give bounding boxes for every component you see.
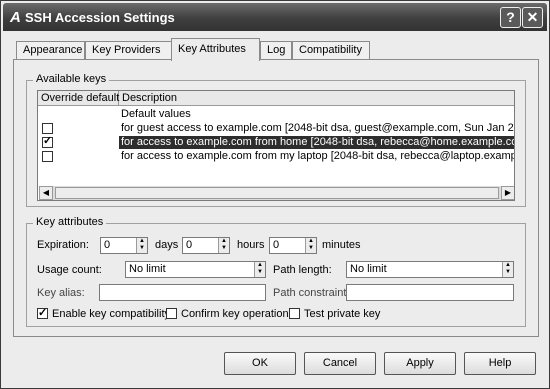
spin-arrows-icon[interactable]: ▲ ▼	[218, 238, 229, 253]
path-length-label: Path length:	[273, 264, 332, 276]
confirm-operations-checkbox[interactable]: Confirm key operations	[166, 308, 294, 320]
column-override-default[interactable]: Override default	[38, 91, 119, 106]
key-alias-label: Key alias:	[37, 287, 85, 299]
tab-log[interactable]: Log	[260, 41, 292, 60]
override-checkbox[interactable]	[42, 123, 53, 134]
hours-value: 0	[186, 239, 193, 251]
enable-compatibility-checkbox[interactable]: Enable key compatibility	[37, 306, 171, 320]
minutes-stepper[interactable]: 0 ▲ ▼	[269, 237, 317, 254]
usage-count-stepper[interactable]: No limit ▲ ▼	[125, 261, 266, 278]
spin-arrows-icon[interactable]: ▲ ▼	[254, 262, 265, 277]
cancel-button[interactable]: Cancel	[304, 352, 376, 375]
days-value: 0	[104, 239, 111, 251]
path-length-stepper[interactable]: No limit ▲ ▼	[346, 261, 514, 278]
tab-key-providers[interactable]: Key Providers	[85, 41, 173, 60]
path-length-value: No limit	[350, 263, 387, 275]
tab-compatibility[interactable]: Compatibility	[292, 41, 370, 60]
key-attributes-title: Key attributes	[33, 216, 107, 228]
app-logo-icon: A	[10, 9, 21, 26]
hours-stepper[interactable]: 0 ▲ ▼	[182, 237, 230, 254]
tab-key-attributes[interactable]: Key Attributes	[171, 38, 260, 61]
spin-arrows-icon[interactable]: ▲ ▼	[136, 238, 147, 253]
confirm-operations-label: Confirm key operations	[181, 308, 295, 320]
hours-label: hours	[237, 239, 265, 251]
row-description: for access to example.com from my laptop…	[121, 150, 515, 162]
checkbox-box[interactable]	[166, 308, 177, 319]
override-checkbox[interactable]	[42, 135, 53, 148]
horizontal-scrollbar[interactable]: ◀ ▶	[39, 186, 514, 200]
test-private-key-checkbox[interactable]: Test private key	[289, 308, 380, 320]
title-bar[interactable]: A SSH Accession Settings ? ✕	[3, 3, 547, 31]
list-item-selected[interactable]: for access to example.com from home [204…	[38, 135, 514, 149]
minutes-label: minutes	[322, 239, 361, 251]
days-stepper[interactable]: 0 ▲ ▼	[100, 237, 148, 254]
override-checkbox[interactable]	[42, 151, 53, 162]
list-item[interactable]: Default values	[38, 108, 514, 121]
checkbox-box[interactable]	[37, 306, 48, 319]
scroll-right-icon[interactable]: ▶	[501, 186, 514, 200]
tab-appearance[interactable]: Appearance	[16, 41, 85, 60]
checkbox-box[interactable]	[289, 308, 300, 319]
expiration-label: Expiration:	[37, 239, 89, 251]
test-private-key-label: Test private key	[304, 308, 381, 320]
keys-list[interactable]: Override default Description Default val…	[37, 90, 515, 201]
minutes-value: 0	[273, 239, 280, 251]
days-label: days	[155, 239, 179, 251]
spin-arrows-icon[interactable]: ▲ ▼	[502, 262, 513, 277]
path-constraint-input[interactable]	[346, 284, 514, 301]
list-item[interactable]: for guest access to example.com [2048-bi…	[38, 122, 514, 135]
window-title: SSH Accession Settings	[25, 10, 175, 25]
column-description[interactable]: Description	[119, 91, 514, 106]
available-keys-title: Available keys	[33, 73, 110, 85]
usage-count-label: Usage count:	[37, 264, 102, 276]
list-item[interactable]: for access to example.com from my laptop…	[38, 150, 514, 163]
enable-compatibility-label: Enable key compatibility	[52, 308, 171, 320]
help-button[interactable]: Help	[464, 352, 536, 375]
scroll-left-icon[interactable]: ◀	[39, 186, 53, 200]
row-description: Default values	[121, 108, 191, 120]
ok-button[interactable]: OK	[224, 352, 296, 375]
help-title-button[interactable]: ?	[500, 7, 521, 28]
key-alias-input[interactable]	[99, 284, 266, 301]
settings-window: A SSH Accession Settings ? ✕ Appearance …	[0, 0, 550, 389]
spin-arrows-icon[interactable]: ▲ ▼	[305, 238, 316, 253]
row-description: for guest access to example.com [2048-bi…	[121, 122, 514, 134]
close-icon[interactable]: ✕	[522, 7, 543, 28]
apply-button[interactable]: Apply	[384, 352, 456, 375]
list-header: Override default Description	[38, 91, 514, 106]
usage-count-value: No limit	[129, 263, 166, 275]
path-constraint-label: Path constraint:	[273, 287, 350, 299]
row-description: for access to example.com from home [204…	[119, 136, 514, 149]
scroll-thumb[interactable]	[55, 187, 499, 199]
